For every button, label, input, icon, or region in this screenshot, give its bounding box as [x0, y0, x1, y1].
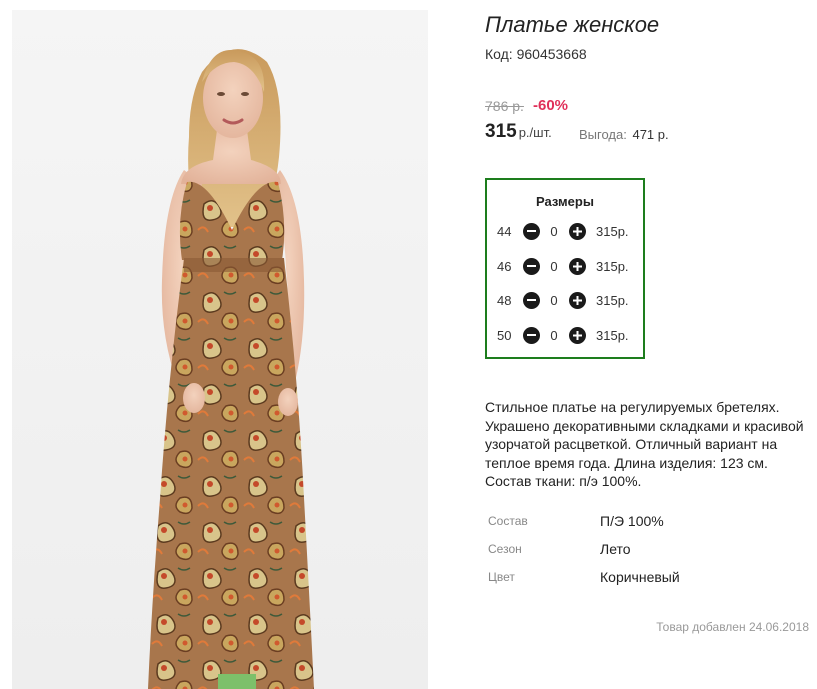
- size-price: 315р.: [596, 223, 629, 239]
- property-label: Сезон: [488, 542, 522, 556]
- product-properties: Состав П/Э 100% Сезон Лето Цвет Коричнев…: [488, 513, 808, 597]
- size-price: 315р.: [596, 258, 629, 274]
- size-row: 50 0 315р.: [497, 325, 629, 345]
- size-row: 48 0 315р.: [497, 290, 629, 310]
- property-row: Сезон Лето: [488, 541, 808, 569]
- product-code-label: Код:: [485, 46, 513, 62]
- property-row: Цвет Коричневый: [488, 569, 808, 597]
- saving-value: 471 р.: [632, 127, 669, 142]
- discount-badge: -60%: [533, 97, 569, 114]
- size-value: 44: [497, 223, 512, 239]
- property-value: Лето: [600, 541, 631, 557]
- price-row: 315 р./шт. Выгода: 471 р.: [485, 121, 669, 143]
- price-unit: р./шт.: [518, 125, 552, 140]
- sizes-selector: Размеры 44 0 315р. 46 0 315р. 48 0 315р.…: [485, 178, 645, 359]
- plus-circle-icon[interactable]: [569, 326, 586, 344]
- plus-circle-icon[interactable]: [569, 257, 586, 275]
- size-row: 46 0 315р.: [497, 256, 629, 276]
- saving: Выгода: 471 р.: [579, 127, 669, 142]
- quantity-value: 0: [550, 223, 558, 239]
- product-title: Платье женское: [485, 12, 660, 37]
- size-value: 50: [497, 327, 512, 343]
- old-price: 786 р.: [485, 98, 524, 114]
- product-code-value: 960453668: [516, 46, 587, 62]
- sizes-title: Размеры: [536, 194, 594, 209]
- property-row: Состав П/Э 100%: [488, 513, 808, 541]
- size-value: 48: [497, 292, 512, 308]
- plus-circle-icon[interactable]: [569, 222, 586, 240]
- property-label: Цвет: [488, 570, 515, 584]
- minus-circle-icon[interactable]: [523, 222, 540, 240]
- size-price: 315р.: [596, 327, 629, 343]
- property-value: Коричневый: [600, 569, 680, 585]
- size-price: 315р.: [596, 292, 629, 308]
- quantity-value: 0: [550, 258, 558, 274]
- product-image: [12, 10, 428, 689]
- minus-circle-icon[interactable]: [523, 326, 540, 344]
- quantity-value: 0: [550, 292, 558, 308]
- current-price: 315: [485, 121, 517, 142]
- saving-label: Выгода:: [579, 127, 627, 142]
- property-value: П/Э 100%: [600, 513, 664, 529]
- size-row: 44 0 315р.: [497, 221, 629, 241]
- quantity-value: 0: [550, 327, 558, 343]
- product-description: Стильное платье на регулируемых бретелях…: [485, 399, 804, 489]
- product-photo: [12, 10, 428, 689]
- size-value: 46: [497, 258, 512, 274]
- product-code: Код: 960453668: [485, 46, 587, 62]
- minus-circle-icon[interactable]: [523, 291, 540, 309]
- added-date: Товар добавлен 24.06.2018: [656, 620, 809, 634]
- property-label: Состав: [488, 514, 528, 528]
- plus-circle-icon[interactable]: [569, 291, 586, 309]
- minus-circle-icon[interactable]: [523, 257, 540, 275]
